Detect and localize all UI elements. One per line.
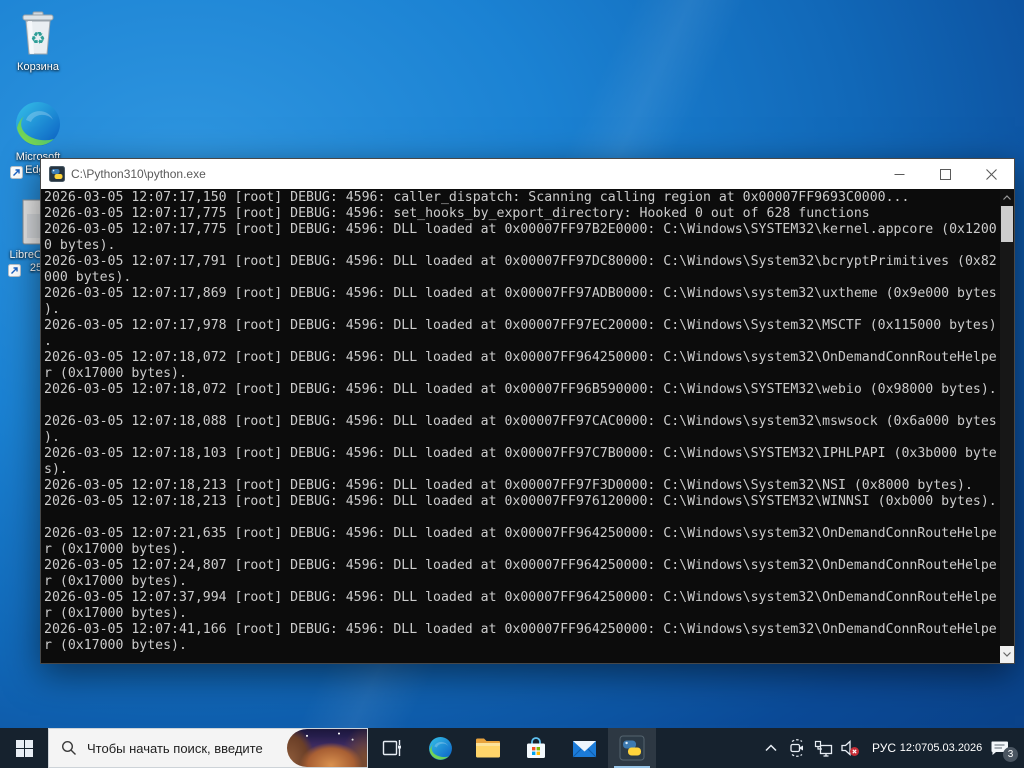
console-line: 2026-03-05 12:07:41,166 [root] DEBUG: 45… (44, 622, 997, 637)
mail-icon (572, 740, 596, 757)
chevron-up-icon (765, 744, 777, 752)
close-icon (985, 168, 997, 180)
chevron-up-icon (1003, 195, 1011, 200)
vertical-scrollbar[interactable] (1000, 189, 1014, 663)
desktop-icon-label: Корзина (17, 61, 59, 73)
console-line: 2026-03-05 12:07:17,150 [root] DEBUG: 45… (44, 190, 910, 205)
console-line: 000 bytes). (44, 270, 132, 285)
taskbar-store-button[interactable] (512, 728, 560, 768)
console-line: 2026-03-05 12:07:17,775 [root] DEBUG: 45… (44, 206, 870, 221)
console-line: 2026-03-05 12:07:18,103 [root] DEBUG: 45… (44, 446, 997, 461)
clock-date: 05.03.2026 (927, 742, 983, 754)
console-line: 2026-03-05 12:07:24,807 [root] DEBUG: 45… (44, 558, 997, 573)
meet-now-camera-icon (790, 739, 803, 757)
search-placeholder: Чтобы начать поиск, введите (87, 740, 263, 756)
console-line: 2026-03-05 12:07:18,072 [root] DEBUG: 45… (44, 350, 997, 365)
console-line: 2026-03-05 12:07:37,994 [root] DEBUG: 45… (44, 590, 997, 605)
taskbar-file-explorer-button[interactable] (464, 728, 512, 768)
scrollbar-down-button[interactable] (1000, 646, 1014, 663)
recycle-bin-icon: ♻ (22, 11, 54, 55)
console-line: ). (44, 302, 60, 317)
console-line: r (0x17000 bytes). (44, 574, 187, 589)
tray-language-indicator[interactable]: РУС (864, 728, 904, 768)
tray-meet-now-button[interactable] (784, 728, 810, 768)
window-title: C:\Python310\python.exe (71, 167, 206, 181)
maximize-button[interactable] (922, 159, 968, 189)
console-line: r (0x17000 bytes). (44, 638, 187, 653)
console-line: 2026-03-05 12:07:21,635 [root] DEBUG: 45… (44, 526, 997, 541)
console-line: r (0x17000 bytes). (44, 606, 187, 621)
edge-icon (428, 736, 452, 760)
python-console-icon (49, 166, 65, 182)
scrollbar-up-button[interactable] (1000, 189, 1014, 206)
console-line: 2026-03-05 12:07:18,072 [root] DEBUG: 45… (44, 382, 997, 397)
taskbar: Чтобы начать поиск, введите РУС 12:07 05… (0, 728, 1024, 768)
start-button[interactable] (0, 728, 48, 768)
edge-icon (16, 102, 60, 146)
tray-network-icon[interactable] (810, 728, 836, 768)
console-line: 2026-03-05 12:07:17,869 [root] DEBUG: 45… (44, 286, 997, 301)
console-line: . (44, 334, 52, 349)
console-line: r (0x17000 bytes). (44, 542, 187, 557)
search-highlight-image[interactable] (287, 729, 367, 767)
window-titlebar[interactable]: C:\Python310\python.exe (41, 159, 1014, 189)
tray-volume-muted-icon[interactable] (836, 728, 864, 768)
task-view-icon (382, 740, 401, 756)
ethernet-network-icon (814, 740, 832, 757)
tray-show-hidden-icons-button[interactable] (758, 728, 784, 768)
notification-count-badge: 3 (1003, 747, 1018, 762)
search-icon (61, 740, 76, 755)
speaker-muted-icon (841, 740, 859, 756)
python-console-icon (619, 735, 645, 761)
console-line: 2026-03-05 12:07:18,213 [root] DEBUG: 45… (44, 478, 973, 493)
microsoft-store-icon (527, 737, 545, 758)
action-center-button[interactable]: 3 (978, 728, 1020, 768)
chevron-down-icon (1003, 652, 1011, 657)
console-text: 2026-03-05 12:07:17,150 [root] DEBUG: 45… (44, 190, 997, 654)
console-line: 2026-03-05 12:07:17,791 [root] DEBUG: 45… (44, 254, 997, 269)
console-window: C:\Python310\python.exe 2026-03-05 12:07… (40, 158, 1015, 664)
console-line: 2026-03-05 12:07:18,088 [root] DEBUG: 45… (44, 414, 997, 429)
console-line: 2026-03-05 12:07:17,775 [root] DEBUG: 45… (44, 222, 997, 237)
close-button[interactable] (968, 159, 1014, 189)
console-line: ). (44, 430, 60, 445)
svg-text:♻: ♻ (30, 29, 45, 49)
console-line: 0 bytes). (44, 238, 116, 253)
shortcut-arrow-icon (8, 264, 21, 277)
tray-clock[interactable]: 12:07 05.03.2026 (900, 728, 983, 768)
minimize-button[interactable] (876, 159, 922, 189)
console-line: r (0x17000 bytes). (44, 366, 187, 381)
windows-logo-icon (15, 739, 33, 757)
task-view-button[interactable] (368, 728, 416, 768)
maximize-icon (939, 168, 951, 180)
desktop-icon-recycle-bin[interactable]: ♻ Корзина (2, 8, 74, 74)
console-line: s). (44, 462, 68, 477)
scrollbar-thumb[interactable] (1001, 206, 1013, 242)
taskbar-search-input[interactable]: Чтобы начать поиск, введите (48, 728, 368, 768)
console-line: 2026-03-05 12:07:17,978 [root] DEBUG: 45… (44, 318, 997, 333)
taskbar-mail-button[interactable] (560, 728, 608, 768)
taskbar-edge-button[interactable] (416, 728, 464, 768)
file-explorer-icon (476, 738, 500, 758)
taskbar-python-console-button[interactable] (608, 728, 656, 768)
clock-time: 12:07 (899, 742, 928, 754)
shortcut-arrow-icon (10, 166, 23, 179)
console-line: 2026-03-05 12:07:18,213 [root] DEBUG: 45… (44, 494, 997, 509)
minimize-icon (894, 173, 904, 175)
console-output: 2026-03-05 12:07:17,150 [root] DEBUG: 45… (41, 189, 1014, 663)
